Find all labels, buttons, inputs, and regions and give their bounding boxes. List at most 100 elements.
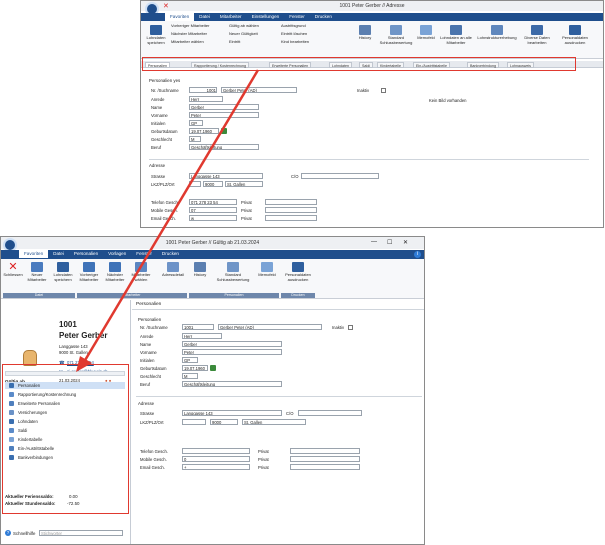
mitarbeiter-waehlen-button[interactable]: Mitarbeiter wählen xyxy=(129,262,153,282)
menu-vorlagen[interactable]: Vorlagen xyxy=(103,250,131,258)
mobile-field[interactable]: 0 xyxy=(182,456,250,462)
austrittsgrund-button[interactable]: Austrittsgrund xyxy=(281,23,306,29)
mobile-privat-field[interactable] xyxy=(290,456,360,462)
menu-datei[interactable]: Datei xyxy=(194,13,215,21)
gueltig-ab-waehlen-button[interactable]: Gültig ab wählen xyxy=(229,23,259,29)
email-field[interactable]: w xyxy=(189,215,237,221)
initialen-field[interactable]: GP xyxy=(182,357,198,363)
menu-einstellungen[interactable]: Einstellungen xyxy=(247,13,285,21)
geburt-field[interactable]: 19.07.1960 xyxy=(189,128,219,134)
menu-fenster[interactable]: Fenster xyxy=(284,13,310,21)
bottom-window-titlebar: 1001 Peter Gerber // Gültig ab 21.03.202… xyxy=(1,237,424,249)
co-field[interactable] xyxy=(301,173,379,179)
vorheriger-mitarbeiter-button[interactable]: Vorheriger Mitarbeiter xyxy=(77,262,101,282)
plz-field[interactable]: 9000 xyxy=(210,419,238,425)
plz-label: LKZ/PLZ/Ort xyxy=(151,182,175,187)
anrede-select[interactable]: Herr xyxy=(189,96,223,102)
email-privat-label: Privat xyxy=(258,465,269,470)
plz-field[interactable]: 9000 xyxy=(203,181,223,187)
neuer-gueltigkeit-label: Neuer Gültigkeit xyxy=(229,31,258,36)
personaldaten-ausdrucken-button[interactable]: Personaldaten ausdrucken xyxy=(557,25,593,45)
adressdetail-button[interactable]: Adressdetail xyxy=(159,262,187,278)
history-button[interactable]: History xyxy=(355,25,375,41)
schliessen-label: Schliessen xyxy=(3,272,23,277)
group-datei: Datei xyxy=(3,293,75,298)
telefon-privat-field[interactable] xyxy=(265,199,317,205)
eintritt-button[interactable]: Eintritt xyxy=(229,39,240,45)
memofeld-button[interactable]: Memofeld xyxy=(415,25,437,41)
menu-datei[interactable]: Datei xyxy=(48,250,69,258)
nr-field[interactable]: 1001 xyxy=(182,324,214,330)
email-privat-field[interactable] xyxy=(265,215,317,221)
co-field[interactable] xyxy=(298,410,362,416)
top-window-title: 1001 Peter Gerber // Adresse xyxy=(339,3,405,9)
maximize-icon[interactable]: ☐ xyxy=(387,239,392,246)
close-window-icon[interactable]: ✕ xyxy=(403,239,408,246)
neuer-gueltigkeit-button[interactable]: Neuer Gültigkeit xyxy=(229,31,258,37)
schnellhilfe-input[interactable]: Stichworter xyxy=(39,530,123,536)
vorname-field[interactable]: Peter xyxy=(189,112,259,118)
telefon-field[interactable]: 071 278 23 54 xyxy=(189,199,237,205)
minimize-icon[interactable]: — xyxy=(371,239,377,245)
mitarbeiter-waehlen-button[interactable]: Mitarbeiter wählen xyxy=(171,39,204,45)
strasse-field[interactable]: Langgasse 143 xyxy=(182,410,282,416)
kind-bearbeiten-button[interactable]: Kind bearbeiten xyxy=(281,39,309,45)
mobile-field[interactable]: 07 xyxy=(189,207,237,213)
suchname-field[interactable]: Gerber Peter (AD) xyxy=(218,324,322,330)
suchname-field[interactable]: Gerber Peter (AD) xyxy=(221,87,297,93)
calendar-icon[interactable] xyxy=(221,128,227,134)
highlight-nav-box xyxy=(2,364,129,514)
nr-field[interactable]: 1001 xyxy=(189,87,217,93)
neuer-mitarbeiter-button[interactable]: Neuer Mitarbeiter xyxy=(25,262,49,282)
ort-field[interactable]: St. Gallen xyxy=(225,181,263,187)
calendar-icon[interactable] xyxy=(210,365,216,371)
geburt-label: Geburtsdatum xyxy=(140,366,167,371)
menu-fenster[interactable]: Fenster xyxy=(131,250,157,258)
inaktiv-checkbox[interactable] xyxy=(348,325,353,330)
diverse-daten-button[interactable]: Diverse Daten bearbeiten xyxy=(521,25,553,45)
memofeld-button[interactable]: Memofeld xyxy=(255,262,279,278)
initialen-field[interactable]: GP xyxy=(189,120,203,126)
lkz-select[interactable] xyxy=(189,181,201,187)
geburt-field[interactable]: 19.07.1960 xyxy=(182,365,208,371)
vorheriger-mitarbeiter-button[interactable]: Vorheriger Mitarbeiter xyxy=(171,23,209,29)
info-icon[interactable]: i xyxy=(414,251,421,258)
mobile-privat-field[interactable] xyxy=(265,207,317,213)
standard-schlussbewertung-button[interactable]: Standard Schlussbewertung xyxy=(213,262,253,282)
close-icon[interactable]: ✕ xyxy=(163,3,171,10)
lohndaten-speichern-button[interactable]: Lohndaten speichern xyxy=(51,262,75,282)
name-field[interactable]: Gerber xyxy=(182,341,282,347)
vorname-field[interactable]: Peter xyxy=(182,349,282,355)
naechster-mitarbeiter-button[interactable]: Nächster Mitarbeiter xyxy=(103,262,127,282)
eintritt-loeschen-button[interactable]: Eintritt löschen xyxy=(281,31,307,37)
naechster-mitarbeiter-button[interactable]: Nächster Mitarbeiter xyxy=(171,31,207,37)
inaktiv-checkbox[interactable] xyxy=(381,88,386,93)
telefon-field[interactable] xyxy=(182,448,250,454)
lohndaten-alle-button[interactable]: Lohndaten an alle Mitarbeiter xyxy=(439,25,473,45)
geschlecht-select[interactable]: M xyxy=(182,373,198,379)
geschlecht-select[interactable]: M xyxy=(189,136,201,142)
ort-field[interactable]: St. Gallen xyxy=(242,419,306,425)
email-field[interactable]: + xyxy=(182,464,250,470)
menu-favoriten[interactable]: Favoriten xyxy=(165,13,195,21)
anrede-select[interactable]: Herr xyxy=(182,333,222,339)
history-button[interactable]: History xyxy=(189,262,211,278)
menu-personalien[interactable]: Personalien xyxy=(69,250,103,258)
lohnstrukturerhebung-button[interactable]: Lohnstrukturerhebung xyxy=(475,25,519,41)
menu-favoriten[interactable]: Favoriten xyxy=(19,250,49,258)
beruf-select[interactable]: Geschäftsleitung xyxy=(189,144,259,150)
telefon-privat-field[interactable] xyxy=(290,448,360,454)
name-field[interactable]: Gerber xyxy=(189,104,259,110)
beruf-select[interactable]: Geschäftsleitung xyxy=(182,381,282,387)
lkz-select[interactable] xyxy=(182,419,206,425)
email-privat-field[interactable] xyxy=(290,464,360,470)
menu-mitarbeiter[interactable]: Mitarbeiter xyxy=(215,13,247,21)
schliessen-button[interactable]: ✕ Schliessen xyxy=(3,262,23,278)
strasse-field[interactable]: Langgasse 143 xyxy=(189,173,263,179)
standard-schlussbewertung-button[interactable]: Standard Schlussbewertung xyxy=(379,25,413,45)
lohndaten-speichern-button[interactable]: Lohndaten speichern xyxy=(145,25,167,45)
mobile-label: Mobile Gesch. xyxy=(140,457,167,462)
menu-drucken[interactable]: Drucken xyxy=(157,250,184,258)
menu-drucken[interactable]: Drucken xyxy=(310,13,337,21)
personaldaten-ausdrucken-button[interactable]: Personaldaten ausdrucken xyxy=(281,262,315,282)
